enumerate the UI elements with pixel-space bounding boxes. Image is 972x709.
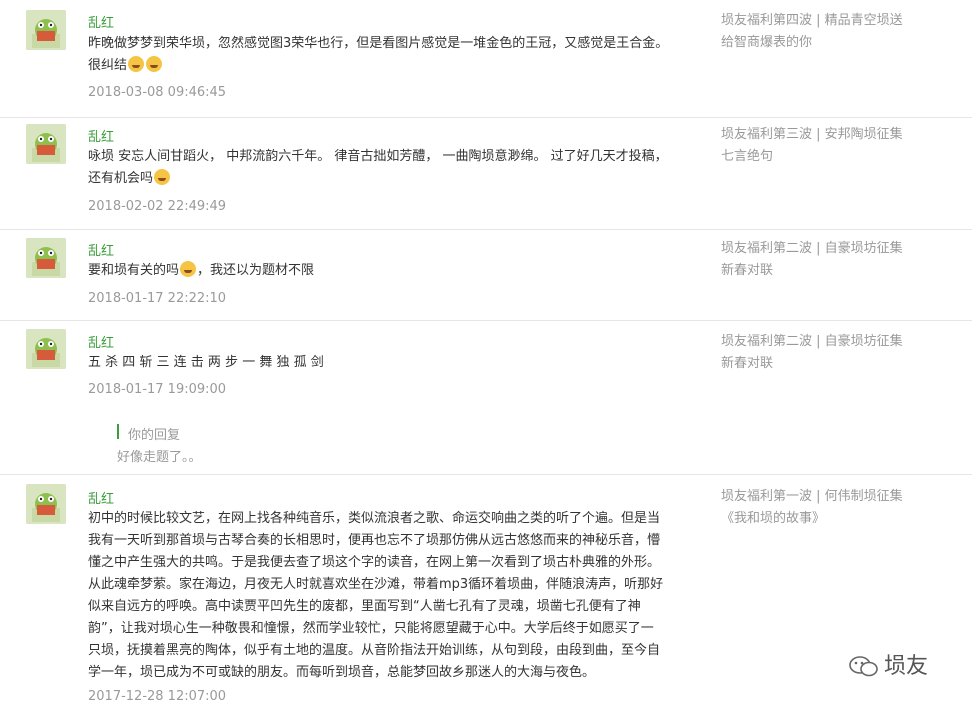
laugh-cry-emoji-icon <box>146 56 163 72</box>
comment-text-line: 很纠结 <box>88 58 128 73</box>
comment-date: 2017-12-28 12:07:00 <box>88 689 227 704</box>
frog-avatar-icon <box>26 238 66 278</box>
laugh-cry-emoji-icon <box>180 261 197 277</box>
comment-text-line: 昨晚做梦梦到荣华埙，忽然感觉图3荣华也行，但是看图片感觉是一堆金色的王冠，又感觉… <box>88 36 669 51</box>
comment-date: 2018-01-17 19:09:00 <box>88 382 227 397</box>
divider <box>0 117 972 118</box>
comment-text-line: 似来自远方的呼唤。高中读贾平凹先生的废都，里面写到“人凿七孔有了灵魂，埙凿七孔便… <box>88 599 641 614</box>
comment-text: 五 杀 四 斩 三 连 击 两 步 一 舞 独 孤 剑 <box>88 352 708 374</box>
divider <box>0 474 972 475</box>
article-title-line: 给智商爆表的你 <box>721 35 813 50</box>
article-title-line: 埙友福利第二波 | 自豪埙坊征集 <box>721 334 903 349</box>
comment-text-line: 懂之中产生强大的共鸣。于是我便去查了埙这个字的读音，在网上第一次看到了埙古朴典雅… <box>88 555 661 570</box>
reply-label: 你的回复 <box>128 428 181 443</box>
comment-author[interactable]: 乱红 <box>88 240 114 259</box>
laugh-cry-emoji-icon <box>154 169 171 185</box>
frog-avatar-icon <box>26 124 66 164</box>
article-title-line: 新春对联 <box>721 356 774 371</box>
comment-text: 要和埙有关的吗 ，我还以为题材不限 <box>88 260 708 282</box>
frog-avatar-icon <box>26 329 66 369</box>
comment-text: 咏埙 安忘人间甘蹈火， 中邦流韵六千年。 律音古拙如芳醴， 一曲陶埙意渺绵。 过… <box>88 146 708 190</box>
avatar[interactable] <box>26 238 66 278</box>
article-title-line: 七言绝句 <box>721 149 774 164</box>
article-title-line: 埙友福利第二波 | 自豪埙坊征集 <box>721 241 903 256</box>
comment-date: 2018-03-08 09:46:45 <box>88 85 227 100</box>
comment-text-line: 初中的时候比较文艺，在网上找各种纯音乐，类似流浪者之歌、命运交响曲之类的听了个遍… <box>88 511 661 526</box>
article-title-line: 埙友福利第四波 | 精品青空埙送 <box>721 13 903 28</box>
comment-date: 2018-02-02 22:49:49 <box>88 199 227 214</box>
comment-text-line: 韵”，让我对埙心生一种敬畏和憧憬，然而学业较忙，只能将愿望藏于心中。大学后终于如… <box>88 621 654 636</box>
avatar[interactable] <box>26 329 66 369</box>
article-link[interactable]: 埙友福利第二波 | 自豪埙坊征集 新春对联 <box>721 331 951 375</box>
frog-avatar-icon <box>26 484 66 524</box>
watermark-text: 埙友 <box>884 654 929 679</box>
wechat-icon <box>849 656 878 677</box>
comment-text-line: 从此魂牵梦萦。家在海边，月夜无人时就喜欢坐在沙滩，带着mp3循环着埙曲，伴随浪涛… <box>88 577 664 592</box>
comment-text-line: 学一年，埙已成为不可或缺的朋友。而每听到埙音，总能梦回故乡那迷人的大海与夜色。 <box>88 665 596 680</box>
article-link[interactable]: 埙友福利第一波 | 何伟制埙征集 《我和埙的故事》 <box>721 486 951 530</box>
comment-text-part: 要和埙有关的吗 <box>88 263 180 278</box>
avatar[interactable] <box>26 10 66 50</box>
article-title-line: 埙友福利第三波 | 安邦陶埙征集 <box>721 127 903 142</box>
comment-author[interactable]: 乱红 <box>88 126 114 145</box>
divider <box>0 320 972 321</box>
article-link[interactable]: 埙友福利第二波 | 自豪埙坊征集 新春对联 <box>721 238 951 282</box>
comment-text-line: 我有一天听到那首埙与古琴合奏的长相思时，便再也忘不了埙那仿佛从远古悠悠而来的神秘… <box>88 533 661 548</box>
avatar[interactable] <box>26 484 66 524</box>
comment-text: 昨晚做梦梦到荣华埙，忽然感觉图3荣华也行，但是看图片感觉是一堆金色的王冠，又感觉… <box>88 33 708 77</box>
comment-text-line: 五 杀 四 斩 三 连 击 两 步 一 舞 独 孤 剑 <box>88 355 324 370</box>
reply-accent-bar <box>117 424 119 439</box>
article-link[interactable]: 埙友福利第三波 | 安邦陶埙征集 七言绝句 <box>721 124 951 168</box>
laugh-cry-emoji-icon <box>128 56 145 72</box>
article-title-line: 新春对联 <box>721 263 774 278</box>
divider <box>0 229 972 230</box>
comment-text-line: 咏埙 安忘人间甘蹈火， 中邦流韵六千年。 律音古拙如芳醴， 一曲陶埙意渺绵。 过… <box>88 149 668 164</box>
comment-author[interactable]: 乱红 <box>88 12 114 31</box>
article-title-line: 《我和埙的故事》 <box>721 511 826 526</box>
avatar[interactable] <box>26 124 66 164</box>
article-link[interactable]: 埙友福利第四波 | 精品青空埙送 给智商爆表的你 <box>721 10 951 54</box>
article-title-line: 埙友福利第一波 | 何伟制埙征集 <box>721 489 903 504</box>
comment-date: 2018-01-17 22:22:10 <box>88 291 227 306</box>
comment-text: 初中的时候比较文艺，在网上找各种纯音乐，类似流浪者之歌、命运交响曲之类的听了个遍… <box>88 508 708 684</box>
reply-text: 好像走题了。。 <box>117 450 202 465</box>
frog-avatar-icon <box>26 10 66 50</box>
comment-text-part: ，我还以为题材不限 <box>197 263 315 278</box>
comment-author[interactable]: 乱红 <box>88 488 114 507</box>
comment-author[interactable]: 乱红 <box>88 332 114 351</box>
comment-text-line: 还有机会吗 <box>88 171 154 186</box>
comment-text-line: 只埙，抚摸着黑亮的陶体，似乎有土地的温度。从音阶指法开始训练，从句到段，由段到曲… <box>88 643 661 658</box>
